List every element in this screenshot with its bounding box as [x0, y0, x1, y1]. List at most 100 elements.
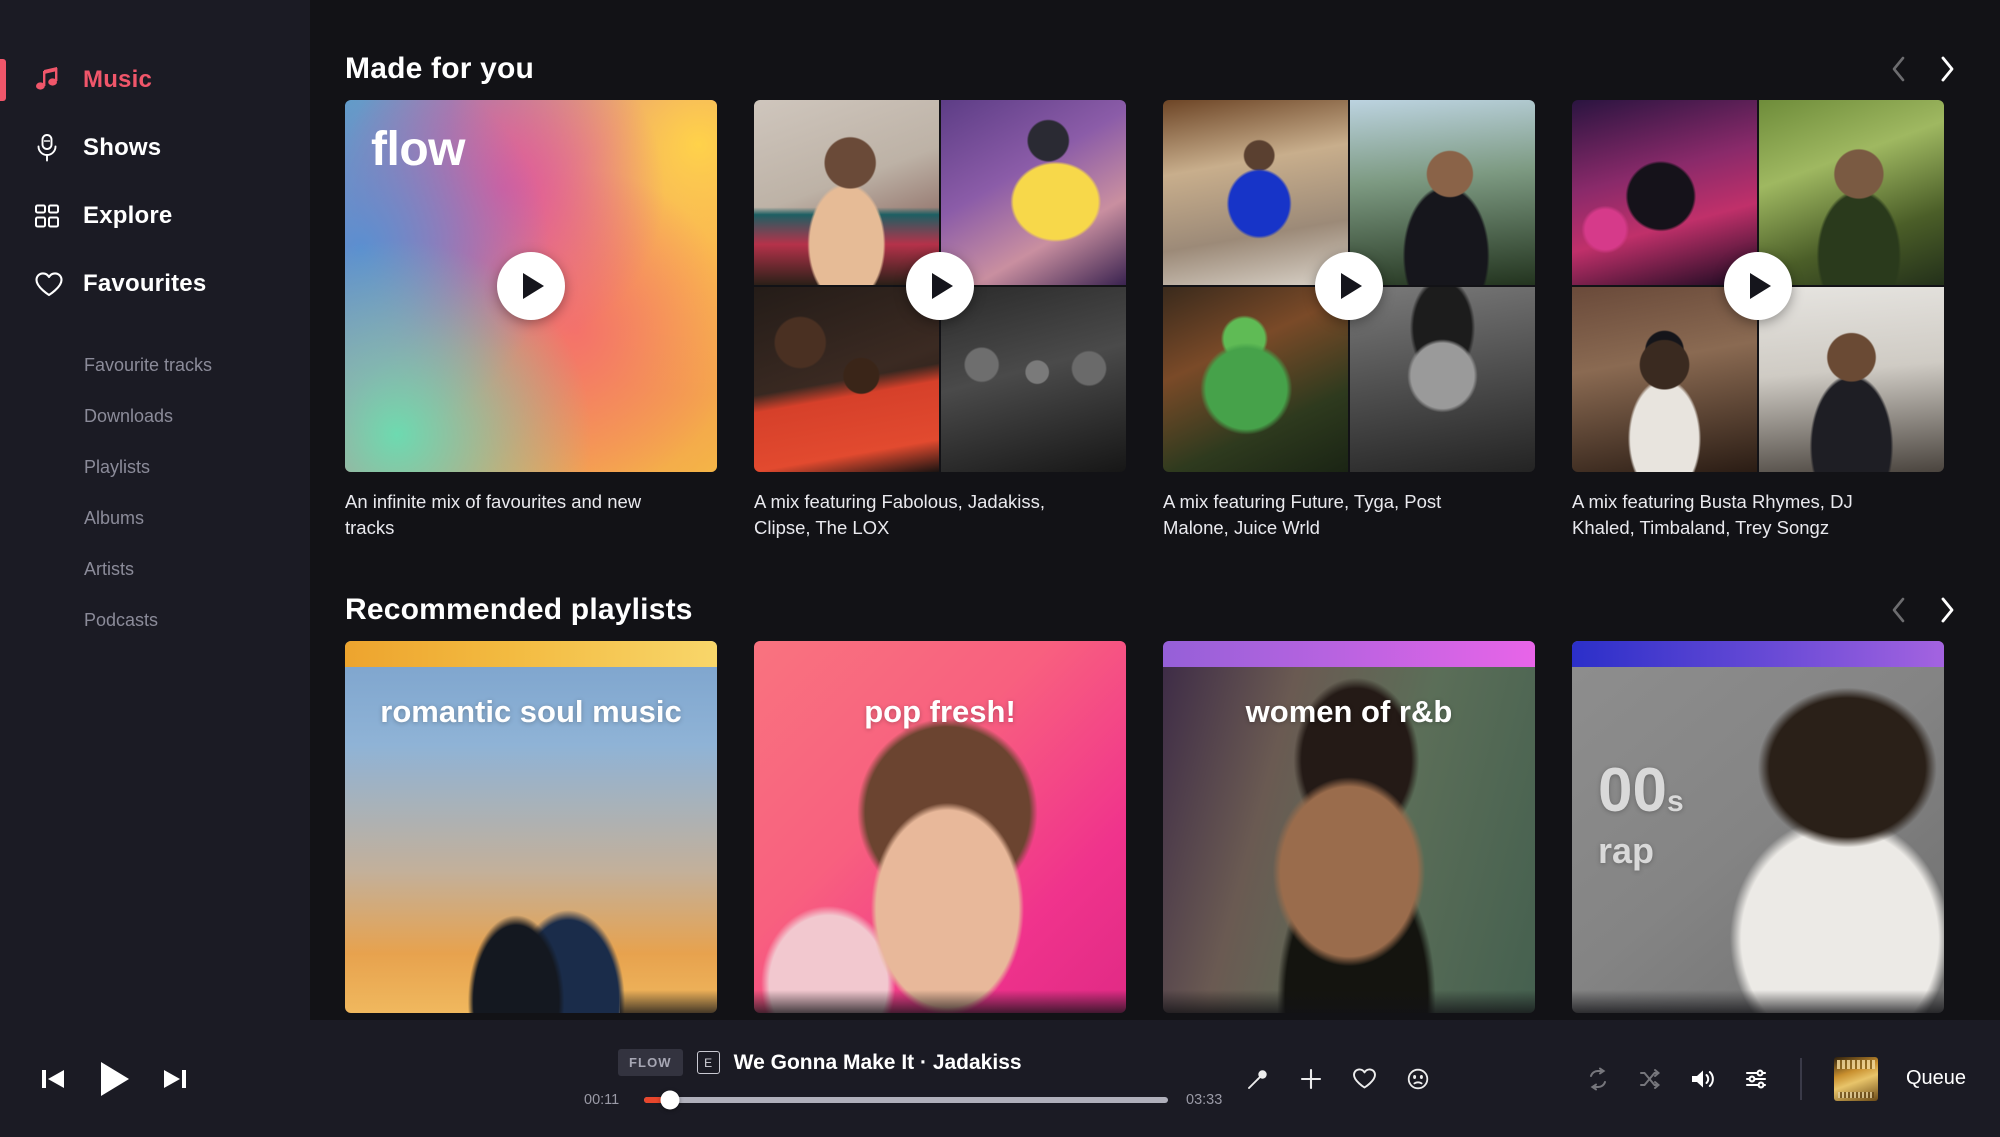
- add-to-playlist-icon[interactable]: [1299, 1067, 1323, 1091]
- artwork-accent-strip: [1163, 641, 1535, 667]
- card-artwork[interactable]: 00s rap: [1572, 641, 1944, 1013]
- card-mix-1[interactable]: A mix featuring Fabolous, Jadakiss, Clip…: [754, 100, 1126, 541]
- carousel-controls: [1886, 54, 1965, 84]
- sidebar-item-favourite-tracks[interactable]: Favourite tracks: [0, 340, 310, 391]
- sidebar-item-podcasts[interactable]: Podcasts: [0, 595, 310, 646]
- playlist-title-decade: 00s: [1598, 756, 1684, 825]
- playlist-title: pop fresh!: [864, 694, 1016, 729]
- collage-cell: [1759, 287, 1944, 472]
- volume-icon[interactable]: [1690, 1067, 1716, 1091]
- playlist-title: romantic soul music: [380, 694, 682, 729]
- play-button[interactable]: [497, 252, 565, 320]
- playlist-card-00s-rap[interactable]: 00s rap: [1572, 641, 1944, 1013]
- artwork-accent-strip: [345, 641, 717, 667]
- track-title: We Gonna Make It · Jadakiss: [733, 1050, 1022, 1074]
- main-content: Made for you flow An infinite mix of fav…: [310, 0, 2000, 1137]
- now-playing: FLOW E We Gonna Make It · Jadakiss 00:11…: [228, 1049, 1228, 1110]
- lyrics-microphone-icon[interactable]: [1246, 1067, 1270, 1091]
- card-artwork[interactable]: [1572, 100, 1944, 472]
- playlist-card-women-of-rnb[interactable]: women of r&b: [1163, 641, 1535, 1013]
- sidebar-item-shows[interactable]: Shows: [0, 114, 310, 182]
- divider: [1800, 1057, 1802, 1100]
- playlist-title: women of r&b: [1245, 694, 1453, 729]
- grid-icon: [34, 199, 72, 233]
- duration-time: 03:33: [1186, 1092, 1223, 1108]
- card-artwork[interactable]: [754, 100, 1126, 472]
- skip-previous-icon[interactable]: [38, 1064, 68, 1094]
- flow-badge: FLOW: [618, 1049, 683, 1076]
- music-note-icon: [34, 63, 72, 97]
- section-recommended-playlists: Recommended playlists romantic soul musi…: [345, 579, 1965, 1013]
- card-caption: A mix featuring Busta Rhymes, DJ Khaled,…: [1572, 491, 1853, 538]
- shuffle-icon[interactable]: [1638, 1067, 1662, 1091]
- equalizer-icon[interactable]: [1744, 1067, 1768, 1091]
- sidebar-item-explore[interactable]: Explore: [0, 182, 310, 250]
- card-caption: A mix featuring Fabolous, Jadakiss, Clip…: [754, 491, 1046, 538]
- seek-bar-row: 00:11 03:33: [228, 1090, 1228, 1110]
- queue-button[interactable]: Queue: [1906, 1067, 1966, 1090]
- collage-cell: [754, 287, 939, 472]
- sidebar-item-favourites[interactable]: Favourites: [0, 250, 310, 318]
- play-button[interactable]: [1315, 252, 1383, 320]
- card-artwork[interactable]: [1163, 100, 1535, 472]
- play-button[interactable]: [906, 252, 974, 320]
- seek-bar-handle[interactable]: [660, 1090, 680, 1110]
- collage-cell: [1163, 287, 1348, 472]
- card-artwork[interactable]: women of r&b: [1163, 641, 1535, 1013]
- card-caption: An infinite mix of favourites and new tr…: [345, 491, 642, 538]
- sidebar-item-downloads[interactable]: Downloads: [0, 391, 310, 442]
- carousel-prev-button[interactable]: [1886, 54, 1910, 84]
- made-for-you-row: flow An infinite mix of favourites and n…: [345, 100, 1965, 541]
- card-artwork[interactable]: flow: [345, 100, 717, 472]
- carousel-next-button[interactable]: [1936, 595, 1960, 625]
- sidebar-item-label: Shows: [83, 134, 162, 161]
- section-header: Made for you: [345, 38, 1965, 100]
- playlist-title-genre: rap: [1598, 830, 1655, 871]
- heart-icon: [34, 267, 72, 301]
- play-icon[interactable]: [96, 1059, 132, 1099]
- sidebar-item-music[interactable]: Music: [0, 46, 310, 114]
- card-artwork[interactable]: romantic soul music: [345, 641, 717, 1013]
- sidebar-item-albums[interactable]: Albums: [0, 493, 310, 544]
- collage-cell: [941, 100, 1126, 285]
- explicit-badge: E: [696, 1051, 720, 1074]
- queue-album-thumbnail[interactable]: [1833, 1056, 1878, 1101]
- card-mix-3[interactable]: A mix featuring Busta Rhymes, DJ Khaled,…: [1572, 100, 1944, 541]
- player-bar: FLOW E We Gonna Make It · Jadakiss 00:11…: [0, 1020, 2000, 1137]
- carousel-controls: [1886, 595, 1965, 625]
- playlist-card-pop-fresh[interactable]: pop fresh!: [754, 641, 1126, 1013]
- elapsed-time: 00:11: [584, 1092, 620, 1108]
- player-right-controls: Queue: [1586, 1056, 2000, 1101]
- card-flow[interactable]: flow An infinite mix of favourites and n…: [345, 100, 717, 541]
- artwork-accent-strip: [1572, 641, 1944, 667]
- collage-cell: [1163, 100, 1348, 285]
- card-caption: A mix featuring Future, Tyga, Post Malon…: [1163, 491, 1442, 538]
- card-mix-2[interactable]: A mix featuring Future, Tyga, Post Malon…: [1163, 100, 1535, 541]
- track-action-icons: [1246, 1067, 1430, 1091]
- sidebar-item-label: Explore: [83, 202, 173, 229]
- playlist-title: 00s rap: [1572, 756, 1944, 871]
- collage-cell: [1759, 100, 1944, 285]
- collage-cell: [754, 100, 939, 285]
- playlist-card-romantic-soul-music[interactable]: romantic soul music: [345, 641, 717, 1013]
- card-artwork[interactable]: pop fresh!: [754, 641, 1126, 1013]
- microphone-icon: [34, 131, 72, 165]
- collage-cell: [1350, 100, 1535, 285]
- carousel-prev-button[interactable]: [1886, 595, 1910, 625]
- repeat-icon[interactable]: [1586, 1067, 1610, 1091]
- flow-wordmark: flow: [371, 123, 465, 176]
- sidebar-main-nav: Music Shows Explore Favourites: [0, 46, 310, 318]
- mood-face-icon[interactable]: [1406, 1067, 1430, 1091]
- sidebar-item-label: Music: [83, 66, 153, 93]
- sidebar-item-playlists[interactable]: Playlists: [0, 442, 310, 493]
- play-button[interactable]: [1724, 252, 1792, 320]
- carousel-next-button[interactable]: [1936, 54, 1960, 84]
- section-header: Recommended playlists: [345, 579, 1965, 641]
- sidebar: Music Shows Explore Favourites Favourite…: [0, 0, 310, 1137]
- seek-bar[interactable]: [644, 1090, 1168, 1110]
- collage-cell: [1572, 287, 1757, 472]
- recommended-playlists-row: romantic soul music pop fresh! women of …: [345, 641, 1965, 1013]
- skip-next-icon[interactable]: [160, 1064, 190, 1094]
- favourite-heart-icon[interactable]: [1352, 1067, 1377, 1090]
- sidebar-item-artists[interactable]: Artists: [0, 544, 310, 595]
